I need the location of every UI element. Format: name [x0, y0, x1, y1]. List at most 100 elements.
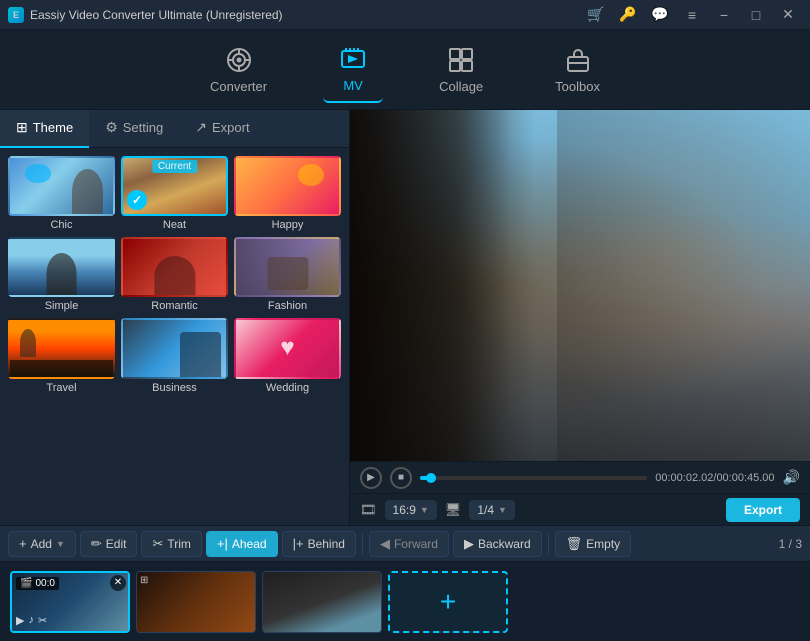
- sub-tab-export[interactable]: ↗ Export: [179, 110, 265, 148]
- edit-button[interactable]: ✏ Edit: [80, 531, 138, 557]
- theme-label-wedding: Wedding: [266, 382, 309, 394]
- add-dropdown-arrow: ▼: [56, 539, 65, 549]
- progress-bar[interactable]: [420, 476, 647, 480]
- clip-icons-2: ⊞: [140, 575, 148, 586]
- theme-label-chic: Chic: [50, 219, 72, 231]
- sub-tab-setting[interactable]: ⚙ Setting: [89, 110, 179, 148]
- theme-thumb-simple: [8, 237, 115, 297]
- preview-person-silhouette: [557, 110, 810, 461]
- theme-label-neat: Neat: [163, 219, 186, 231]
- clip-edit-icon[interactable]: ✂: [38, 614, 47, 627]
- progress-dot: [426, 473, 436, 483]
- tab-mv[interactable]: MV: [323, 37, 383, 103]
- clip-audio-icon[interactable]: ♪: [28, 614, 34, 627]
- theme-thumb-fashion: [234, 237, 341, 297]
- toolbar-separator-2: [548, 534, 549, 554]
- ahead-button[interactable]: +| Ahead: [206, 531, 278, 557]
- play-button[interactable]: ▶: [360, 467, 382, 489]
- theme-thumb-travel: [8, 318, 115, 378]
- left-panel: ⊞ Theme ⚙ Setting ↗ Export Chic: [0, 110, 350, 525]
- behind-label: Behind: [308, 537, 345, 551]
- export-button[interactable]: Export: [726, 498, 800, 522]
- clip-play-icon[interactable]: ▶: [16, 614, 24, 627]
- add-clip-icon: +: [440, 586, 456, 618]
- stop-button[interactable]: ■: [390, 467, 412, 489]
- page-count: 1 / 3: [779, 537, 802, 551]
- chat-button[interactable]: 💬: [646, 5, 674, 25]
- video-settings-bar: 🎞 16:9 ▼ 🖥 1/4 ▼ Export: [350, 493, 810, 525]
- backward-label: Backward: [478, 537, 531, 551]
- sub-tab-export-label: Export: [212, 120, 250, 135]
- tab-toolbox[interactable]: Toolbox: [539, 38, 616, 102]
- forward-button[interactable]: ◀ Forward: [369, 531, 449, 557]
- theme-item-simple[interactable]: Simple: [8, 237, 115, 312]
- backward-icon: ▶: [464, 536, 474, 552]
- theme-thumb-wedding: ♥: [234, 318, 341, 378]
- main-content: ⊞ Theme ⚙ Setting ↗ Export Chic: [0, 110, 810, 525]
- right-panel: ▶ ■ 00:00:02.02/00:00:45.00 🔊 🎞 16:9 ▼ 🖥: [350, 110, 810, 525]
- theme-thumb-business: [121, 318, 228, 378]
- ahead-label: Ahead: [232, 537, 267, 551]
- timeline-clip-2[interactable]: ⊞: [136, 571, 256, 633]
- sub-tab-theme[interactable]: ⊞ Theme: [0, 110, 89, 148]
- toolbar-separator-1: [362, 534, 363, 554]
- theme-label-business: Business: [152, 382, 197, 394]
- converter-icon: [225, 46, 253, 74]
- add-icon: +: [19, 536, 27, 551]
- clip-time-1: 🎬 00:0: [16, 577, 59, 590]
- theme-label-romantic: Romantic: [151, 300, 197, 312]
- behind-icon: |+: [293, 536, 304, 551]
- behind-button[interactable]: |+ Behind: [282, 531, 356, 557]
- add-clip-button[interactable]: +: [388, 571, 508, 633]
- nav-bar: Converter MV Collage: [0, 30, 810, 110]
- theme-thumb-chic: [8, 156, 115, 216]
- timeline-clip-1[interactable]: 🎬 00:0 ✕ ▶ ♪ ✂: [10, 571, 130, 633]
- theme-item-travel[interactable]: Travel: [8, 318, 115, 393]
- bottom-toolbar: + Add ▼ ✏ Edit ✂ Trim +| Ahead |+ Behind…: [0, 525, 810, 561]
- trim-button[interactable]: ✂ Trim: [141, 531, 201, 557]
- theme-item-fashion[interactable]: Fashion: [234, 237, 341, 312]
- titlebar-controls: 🛒 🔑 💬 ≡ − □ ✕: [582, 5, 802, 25]
- key-button[interactable]: 🔑: [614, 5, 642, 25]
- close-button[interactable]: ✕: [774, 5, 802, 25]
- theme-item-romantic[interactable]: Romantic: [121, 237, 228, 312]
- clip-overlay-2: [137, 572, 255, 632]
- ahead-icon: +|: [217, 536, 228, 551]
- add-button[interactable]: + Add ▼: [8, 531, 76, 557]
- current-badge: ✓: [127, 190, 147, 210]
- edit-label: Edit: [106, 537, 127, 551]
- ratio-value: 16:9: [393, 503, 416, 517]
- menu-button[interactable]: ≡: [678, 5, 706, 25]
- theme-item-business[interactable]: Business: [121, 318, 228, 393]
- toolbox-icon: [564, 46, 592, 74]
- forward-label: Forward: [394, 537, 438, 551]
- clip-close-1[interactable]: ✕: [110, 575, 126, 591]
- video-preview: [350, 110, 810, 461]
- resolution-icon: 🖥: [445, 502, 462, 518]
- tab-toolbox-label: Toolbox: [555, 79, 600, 94]
- tab-converter[interactable]: Converter: [194, 38, 283, 102]
- cart-button[interactable]: 🛒: [582, 5, 610, 25]
- ratio-dropdown-arrow: ▼: [420, 505, 429, 515]
- theme-item-wedding[interactable]: ♥ Wedding: [234, 318, 341, 393]
- film-icon: 🎞: [360, 502, 377, 518]
- clip-overlay-3: [263, 572, 381, 632]
- theme-item-neat[interactable]: ✓ Current Neat: [121, 156, 228, 231]
- trim-label: Trim: [167, 537, 191, 551]
- restore-button[interactable]: □: [742, 5, 770, 25]
- timeline-clip-3[interactable]: [262, 571, 382, 633]
- quality-select[interactable]: 1/4 ▼: [469, 500, 515, 520]
- theme-item-chic[interactable]: Chic: [8, 156, 115, 231]
- trim-icon: ✂: [152, 536, 163, 552]
- minimize-button[interactable]: −: [710, 5, 738, 25]
- empty-button[interactable]: 🗑 Empty: [555, 531, 632, 557]
- empty-label: Empty: [586, 537, 620, 551]
- tab-collage[interactable]: Collage: [423, 38, 499, 102]
- volume-icon[interactable]: 🔊: [783, 469, 800, 486]
- backward-button[interactable]: ▶ Backward: [453, 531, 542, 557]
- app-icon: E: [8, 7, 24, 23]
- clip-time-icon: 🎬: [20, 578, 32, 589]
- theme-item-happy[interactable]: Happy: [234, 156, 341, 231]
- ratio-select[interactable]: 16:9 ▼: [385, 500, 437, 520]
- theme-thumb-romantic: [121, 237, 228, 297]
